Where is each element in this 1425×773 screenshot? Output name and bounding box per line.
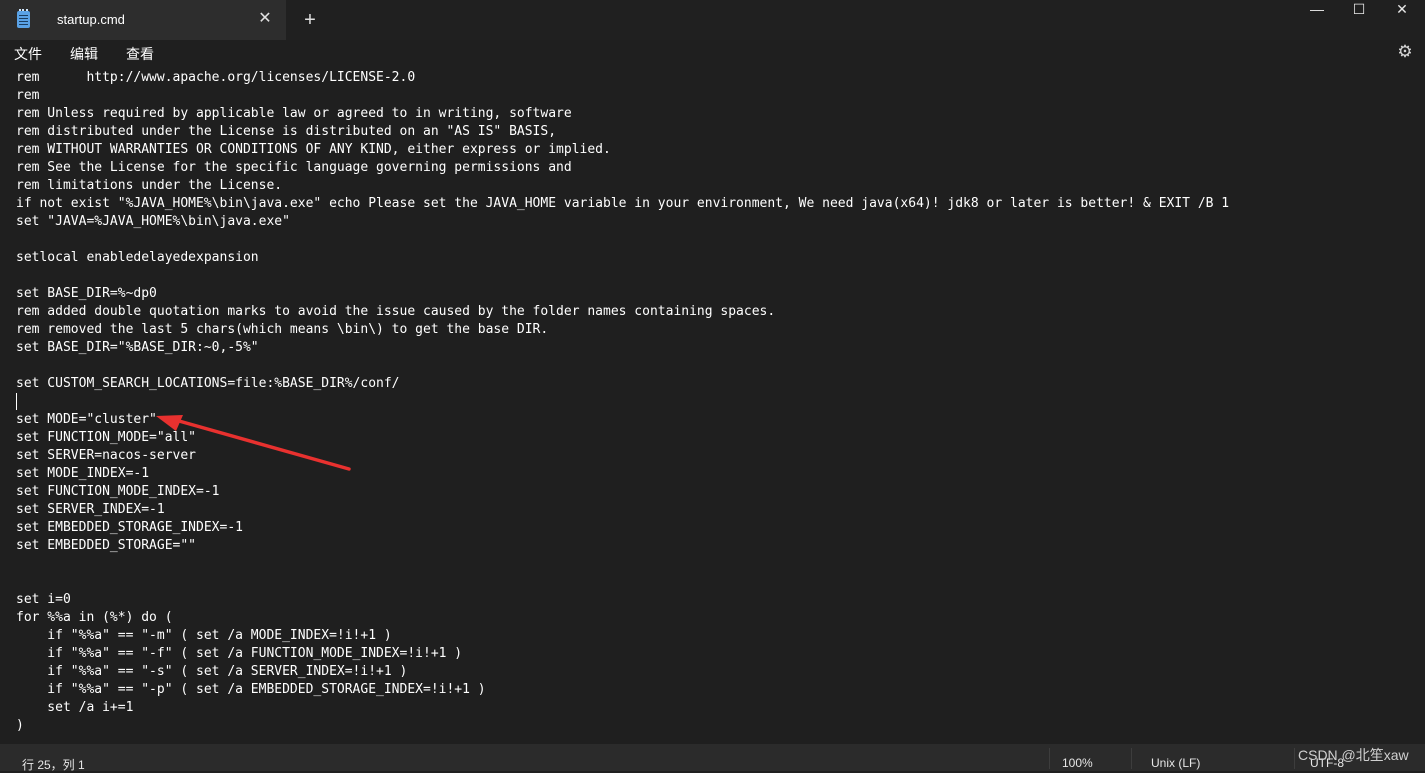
code-line: ) xyxy=(16,718,24,733)
code-line: rem http://www.apache.org/licenses/LICEN… xyxy=(16,70,416,85)
new-tab-button[interactable]: + xyxy=(299,9,321,31)
code-line: rem See the License for the specific lan… xyxy=(16,160,572,175)
code-line: set MODE="cluster" xyxy=(16,412,157,427)
code-line: rem added double quotation marks to avoi… xyxy=(16,304,776,319)
code-line: set BASE_DIR="%BASE_DIR:~0,-5%" xyxy=(16,340,259,355)
code-line: rem removed the last 5 chars(which means… xyxy=(16,322,549,337)
code-line: set BASE_DIR=%~dp0 xyxy=(16,286,157,301)
code-line: if "%%a" == "-m" ( set /a MODE_INDEX=!i!… xyxy=(16,628,392,643)
menu-view[interactable]: 查看 xyxy=(126,44,154,64)
tab-startup-cmd[interactable]: startup.cmd ✕ xyxy=(0,0,286,40)
menu-file[interactable]: 文件 xyxy=(14,44,42,64)
code-line: set MODE_INDEX=-1 xyxy=(16,466,150,481)
code-line: set "JAVA=%JAVA_HOME%\bin\java.exe" xyxy=(16,214,290,229)
menu-bar: 文件 编辑 查看 ⚙ xyxy=(0,40,1425,66)
code-line: rem limitations under the License. xyxy=(16,178,283,193)
zoom-level[interactable]: 100% xyxy=(1062,756,1093,770)
status-divider xyxy=(1294,748,1295,769)
code-line: setlocal enabledelayedexpansion xyxy=(16,250,259,265)
code-line: set SERVER_INDEX=-1 xyxy=(16,502,165,517)
menu-edit[interactable]: 编辑 xyxy=(70,44,98,64)
code-line: set FUNCTION_MODE="all" xyxy=(16,430,197,445)
code-line: rem xyxy=(16,88,40,103)
maximize-button[interactable]: ☐ xyxy=(1336,0,1382,22)
text-caret xyxy=(16,393,17,410)
watermark: CSDN @北笙xaw xyxy=(1298,747,1409,763)
code-line: set i=0 xyxy=(16,592,71,607)
code-line: for %%a in (%*) do ( xyxy=(16,610,173,625)
status-divider xyxy=(1049,748,1050,769)
line-ending[interactable]: Unix (LF) xyxy=(1151,756,1200,770)
text-editor[interactable]: rem http://www.apache.org/licenses/LICEN… xyxy=(0,66,1425,744)
close-window-button[interactable]: ✕ xyxy=(1379,0,1425,22)
status-divider xyxy=(1131,748,1132,769)
code-line: rem distributed under the License is dis… xyxy=(16,124,557,139)
code-line: if "%%a" == "-s" ( set /a SERVER_INDEX=!… xyxy=(16,664,408,679)
notepad-icon xyxy=(17,9,30,28)
minimize-button[interactable]: — xyxy=(1294,0,1340,22)
gear-icon[interactable]: ⚙ xyxy=(1396,42,1414,62)
code-line: if "%%a" == "-f" ( set /a FUNCTION_MODE_… xyxy=(16,646,463,661)
code-line: rem WITHOUT WARRANTIES OR CONDITIONS OF … xyxy=(16,142,611,157)
code-line: set /a i+=1 xyxy=(16,700,134,715)
cursor-position: 行 25，列 1 xyxy=(22,758,85,772)
code-line: set CUSTOM_SEARCH_LOCATIONS=file:%BASE_D… xyxy=(16,376,400,391)
status-bar: 行 25，列 1 100% Unix (LF) UTF-8 xyxy=(0,744,1425,772)
tab-close-icon[interactable]: ✕ xyxy=(256,9,274,29)
code-line: if not exist "%JAVA_HOME%\bin\java.exe" … xyxy=(16,196,1230,211)
code-line: set FUNCTION_MODE_INDEX=-1 xyxy=(16,484,220,499)
editor-content[interactable]: rem http://www.apache.org/licenses/LICEN… xyxy=(16,69,1229,735)
title-bar: startup.cmd ✕ + — ☐ ✕ xyxy=(0,0,1425,40)
code-line: if "%%a" == "-p" ( set /a EMBEDDED_STORA… xyxy=(16,682,486,697)
code-line: set SERVER=nacos-server xyxy=(16,448,197,463)
code-line: set EMBEDDED_STORAGE_INDEX=-1 xyxy=(16,520,243,535)
code-line: set EMBEDDED_STORAGE="" xyxy=(16,538,197,553)
tab-title: startup.cmd xyxy=(57,12,125,27)
code-line: rem Unless required by applicable law or… xyxy=(16,106,572,121)
